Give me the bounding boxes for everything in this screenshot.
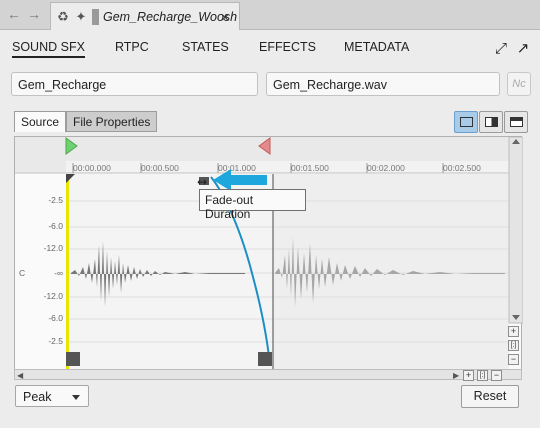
resize-cursor-icon: ↔ (197, 175, 207, 189)
view-single-button[interactable] (454, 111, 478, 133)
db-label: -6.0 (48, 221, 63, 231)
tooltip: Fade-out Duration (199, 189, 306, 221)
forward-arrow-icon[interactable]: → (26, 6, 42, 22)
waveform-canvas: 00:00.000 00:00.500 00:01.000 00:01.500 … (15, 136, 524, 370)
meter-mode-dropdown[interactable]: Peak (15, 385, 89, 407)
vertical-scrollbar (508, 136, 524, 324)
time-tick-2: 00:01.000 (218, 163, 256, 173)
subtab-source[interactable]: Source (14, 111, 67, 132)
time-tick-4: 00:02.000 (367, 163, 405, 173)
tab-effects[interactable]: EFFECTS (259, 40, 316, 54)
scroll-left-icon[interactable]: ◀ (17, 371, 23, 380)
scroll-right-icon[interactable]: ▶ (453, 371, 459, 380)
editor-tab[interactable]: ♻ ✦ Gem_Recharge_Woosh × (50, 2, 240, 30)
db-label: -∞ (54, 268, 63, 278)
sound-sfx-panel: SOUND SFX RTPC STATES EFFECTS METADATA ⤢… (0, 30, 540, 428)
view-split-vertical-button[interactable] (479, 111, 503, 133)
subtab-file-properties[interactable]: File Properties (66, 111, 158, 132)
horizontal-zoom-in-button[interactable]: + (463, 370, 474, 381)
db-label: -12.0 (44, 291, 64, 301)
trim-end-bottom-handle (258, 352, 272, 366)
channel-label: C (19, 268, 25, 278)
horizontal-zoom-out-button[interactable]: − (491, 370, 502, 381)
db-label: -6.0 (48, 313, 63, 323)
pop-out-icon[interactable]: ↗ (514, 40, 532, 58)
time-tick-0: 00:00.000 (73, 163, 111, 173)
time-tick-3: 00:01.500 (291, 163, 329, 173)
horizontal-zoom-fit-button[interactable]: [:] (477, 370, 488, 381)
db-label: -2.5 (48, 195, 63, 205)
vertical-zoom-fit-button[interactable]: [:] (508, 340, 519, 351)
chevron-down-icon (72, 395, 80, 400)
vertical-zoom-out-button[interactable]: − (508, 354, 519, 365)
time-tick-1: 00:00.500 (141, 163, 179, 173)
vertical-zoom-in-button[interactable]: + (508, 326, 519, 337)
recycle-icon: ♻ (57, 9, 69, 24)
time-tick-5: 00:02.500 (443, 163, 481, 173)
close-tab-icon[interactable]: × (221, 9, 229, 25)
source-file-field[interactable]: Gem_Recharge.wav (266, 72, 500, 96)
title-bar: ← → ♻ ✦ Gem_Recharge_Woosh × (0, 0, 540, 30)
collapse-icon[interactable]: ⤢ (492, 40, 510, 58)
notes-button[interactable]: Nc (507, 72, 531, 96)
meter-mode-value: Peak (23, 390, 52, 404)
document-icon (92, 9, 99, 25)
horizontal-scrollbar[interactable]: ◀ ▶ (14, 369, 522, 380)
object-name-field[interactable]: Gem_Recharge (11, 72, 258, 96)
trim-start-bottom-handle (66, 352, 80, 366)
waveform-editor[interactable]: 00:00.000 00:00.500 00:01.000 00:01.500 … (14, 136, 524, 370)
tab-states[interactable]: STATES (182, 40, 229, 54)
trim-start-handle (66, 174, 69, 370)
db-label: -2.5 (48, 336, 63, 346)
tab-metadata[interactable]: METADATA (344, 40, 409, 54)
db-label: -12.0 (44, 243, 64, 253)
tab-title: Gem_Recharge_Woosh (103, 10, 238, 24)
tab-sound-sfx[interactable]: SOUND SFX (12, 40, 85, 58)
tab-rtpc[interactable]: RTPC (115, 40, 149, 54)
view-split-horizontal-button[interactable] (504, 111, 528, 133)
back-arrow-icon[interactable]: ← (6, 6, 22, 22)
dove-icon: ✦ (75, 9, 87, 24)
reset-button[interactable]: Reset (461, 385, 519, 408)
